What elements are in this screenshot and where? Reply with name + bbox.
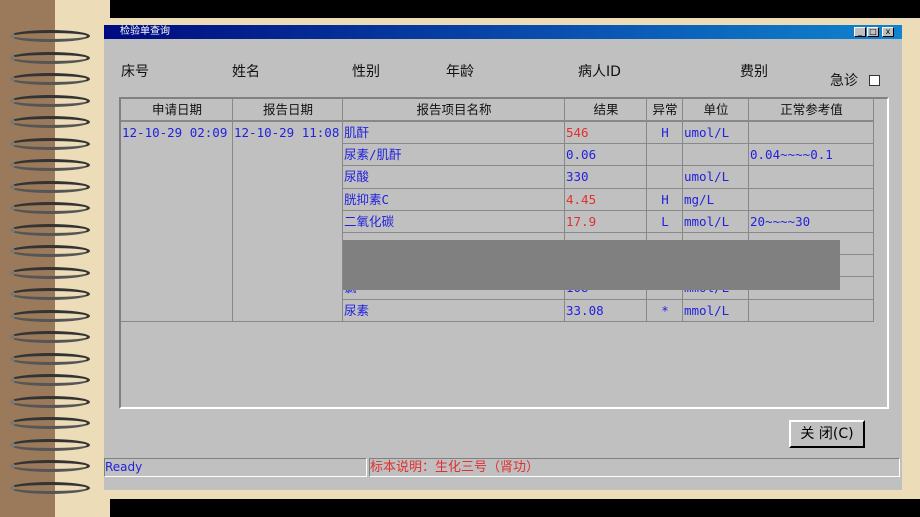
- maximize-button[interactable]: □: [867, 27, 879, 37]
- abnormal-flag: [647, 166, 683, 189]
- column-header: 报告日期: [233, 99, 343, 122]
- reference-range: [749, 299, 874, 322]
- spiral-ring: [10, 309, 90, 322]
- specimen-note: 标本说明：生化三号（肾功）: [369, 458, 900, 477]
- column-header: 单位: [683, 99, 749, 122]
- column-header: 报告项目名称: [343, 99, 565, 122]
- fee-type-label: 费别: [740, 64, 768, 80]
- spiral-ring: [10, 202, 90, 214]
- title-bar: 检验单查询: [104, 25, 902, 39]
- minimize-button[interactable]: _: [854, 27, 866, 37]
- abnormal-flag: H: [647, 122, 683, 145]
- request-date: 12-10-29 02:09: [121, 122, 233, 322]
- window-title: 检验单查询: [120, 26, 170, 37]
- result-value: 17.9: [565, 210, 647, 233]
- abnormal-flag: [647, 144, 683, 167]
- bottom-border: [110, 499, 920, 517]
- item-name: 胱抑素C: [343, 188, 565, 211]
- column-header: 正常参考值: [749, 99, 874, 122]
- unit: [683, 144, 749, 167]
- spiral-ring: [10, 94, 90, 107]
- spiral-ring: [10, 73, 90, 85]
- status-ready: Ready: [104, 458, 367, 477]
- spiral-ring: [10, 417, 90, 429]
- reference-range: [749, 188, 874, 211]
- spiral-ring: [10, 266, 90, 279]
- item-name: 肌酐: [343, 122, 565, 145]
- spiral-ring: [10, 331, 90, 343]
- spiral-ring: [10, 180, 90, 193]
- unit: mmol/L: [683, 210, 749, 233]
- reference-range: 0.04~~~~0.1: [749, 144, 874, 167]
- sex-label: 性别: [352, 64, 380, 80]
- reference-range: [749, 166, 874, 189]
- item-name: 尿素: [343, 299, 565, 322]
- emergency-checkbox[interactable]: [869, 75, 880, 86]
- result-value: 330: [565, 166, 647, 189]
- spiral-ring: [10, 51, 90, 64]
- spiral-ring: [10, 460, 90, 472]
- spiral-ring: [10, 30, 90, 42]
- name-label: 姓名: [232, 64, 260, 80]
- unit: umol/L: [683, 166, 749, 189]
- reference-range: [749, 122, 874, 145]
- spiral-ring: [10, 438, 90, 451]
- spiral-ring: [10, 137, 90, 150]
- result-value: 0.06: [565, 144, 647, 167]
- report-date: 12-10-29 11:08: [233, 122, 343, 322]
- spiral-ring: [10, 116, 90, 128]
- bed-label: 床号: [121, 64, 149, 80]
- abnormal-flag: *: [647, 299, 683, 322]
- abnormal-flag: L: [647, 210, 683, 233]
- item-name: 尿酸: [343, 166, 565, 189]
- unit: mg/L: [683, 188, 749, 211]
- spiral-ring: [10, 288, 90, 300]
- abnormal-flag: H: [647, 188, 683, 211]
- item-name: 尿素/肌酐: [343, 144, 565, 167]
- result-value: 4.45: [565, 188, 647, 211]
- item-name: 二氧化碳: [343, 210, 565, 233]
- results-table: 申请日期 报告日期 报告项目名称 结果 异常 单位 正常参考值 12-10-29 02:09 1…: [119, 97, 889, 409]
- spiral-ring: [10, 374, 90, 386]
- spiral-ring: [10, 481, 90, 494]
- column-header: 申请日期: [121, 99, 233, 122]
- top-border: [110, 0, 920, 18]
- age-label: 年龄: [446, 64, 474, 80]
- spiral-ring: [10, 223, 90, 236]
- spiral-ring: [10, 159, 90, 171]
- reference-range: 20~~~~30: [749, 210, 874, 233]
- column-header: 异常: [647, 99, 683, 122]
- redaction-block: [343, 240, 840, 290]
- spiral-ring: [10, 245, 90, 257]
- emergency-label: 急诊: [830, 73, 858, 89]
- close-button[interactable]: 关 闭(C): [789, 420, 865, 448]
- close-window-button[interactable]: x: [882, 27, 894, 37]
- column-header: 结果: [565, 99, 647, 122]
- unit: mmol/L: [683, 299, 749, 322]
- lab-report-window: 检验单查询 _ □ x 床号 姓名 性别 年龄 病人ID 费别 急诊 申请日期报…: [104, 25, 902, 490]
- result-value: 33.08: [565, 299, 647, 322]
- patient-id-label: 病人ID: [578, 64, 621, 80]
- unit: umol/L: [683, 122, 749, 145]
- spiral-ring: [10, 395, 90, 408]
- result-value: 546: [565, 122, 647, 145]
- spiral-ring: [10, 352, 90, 365]
